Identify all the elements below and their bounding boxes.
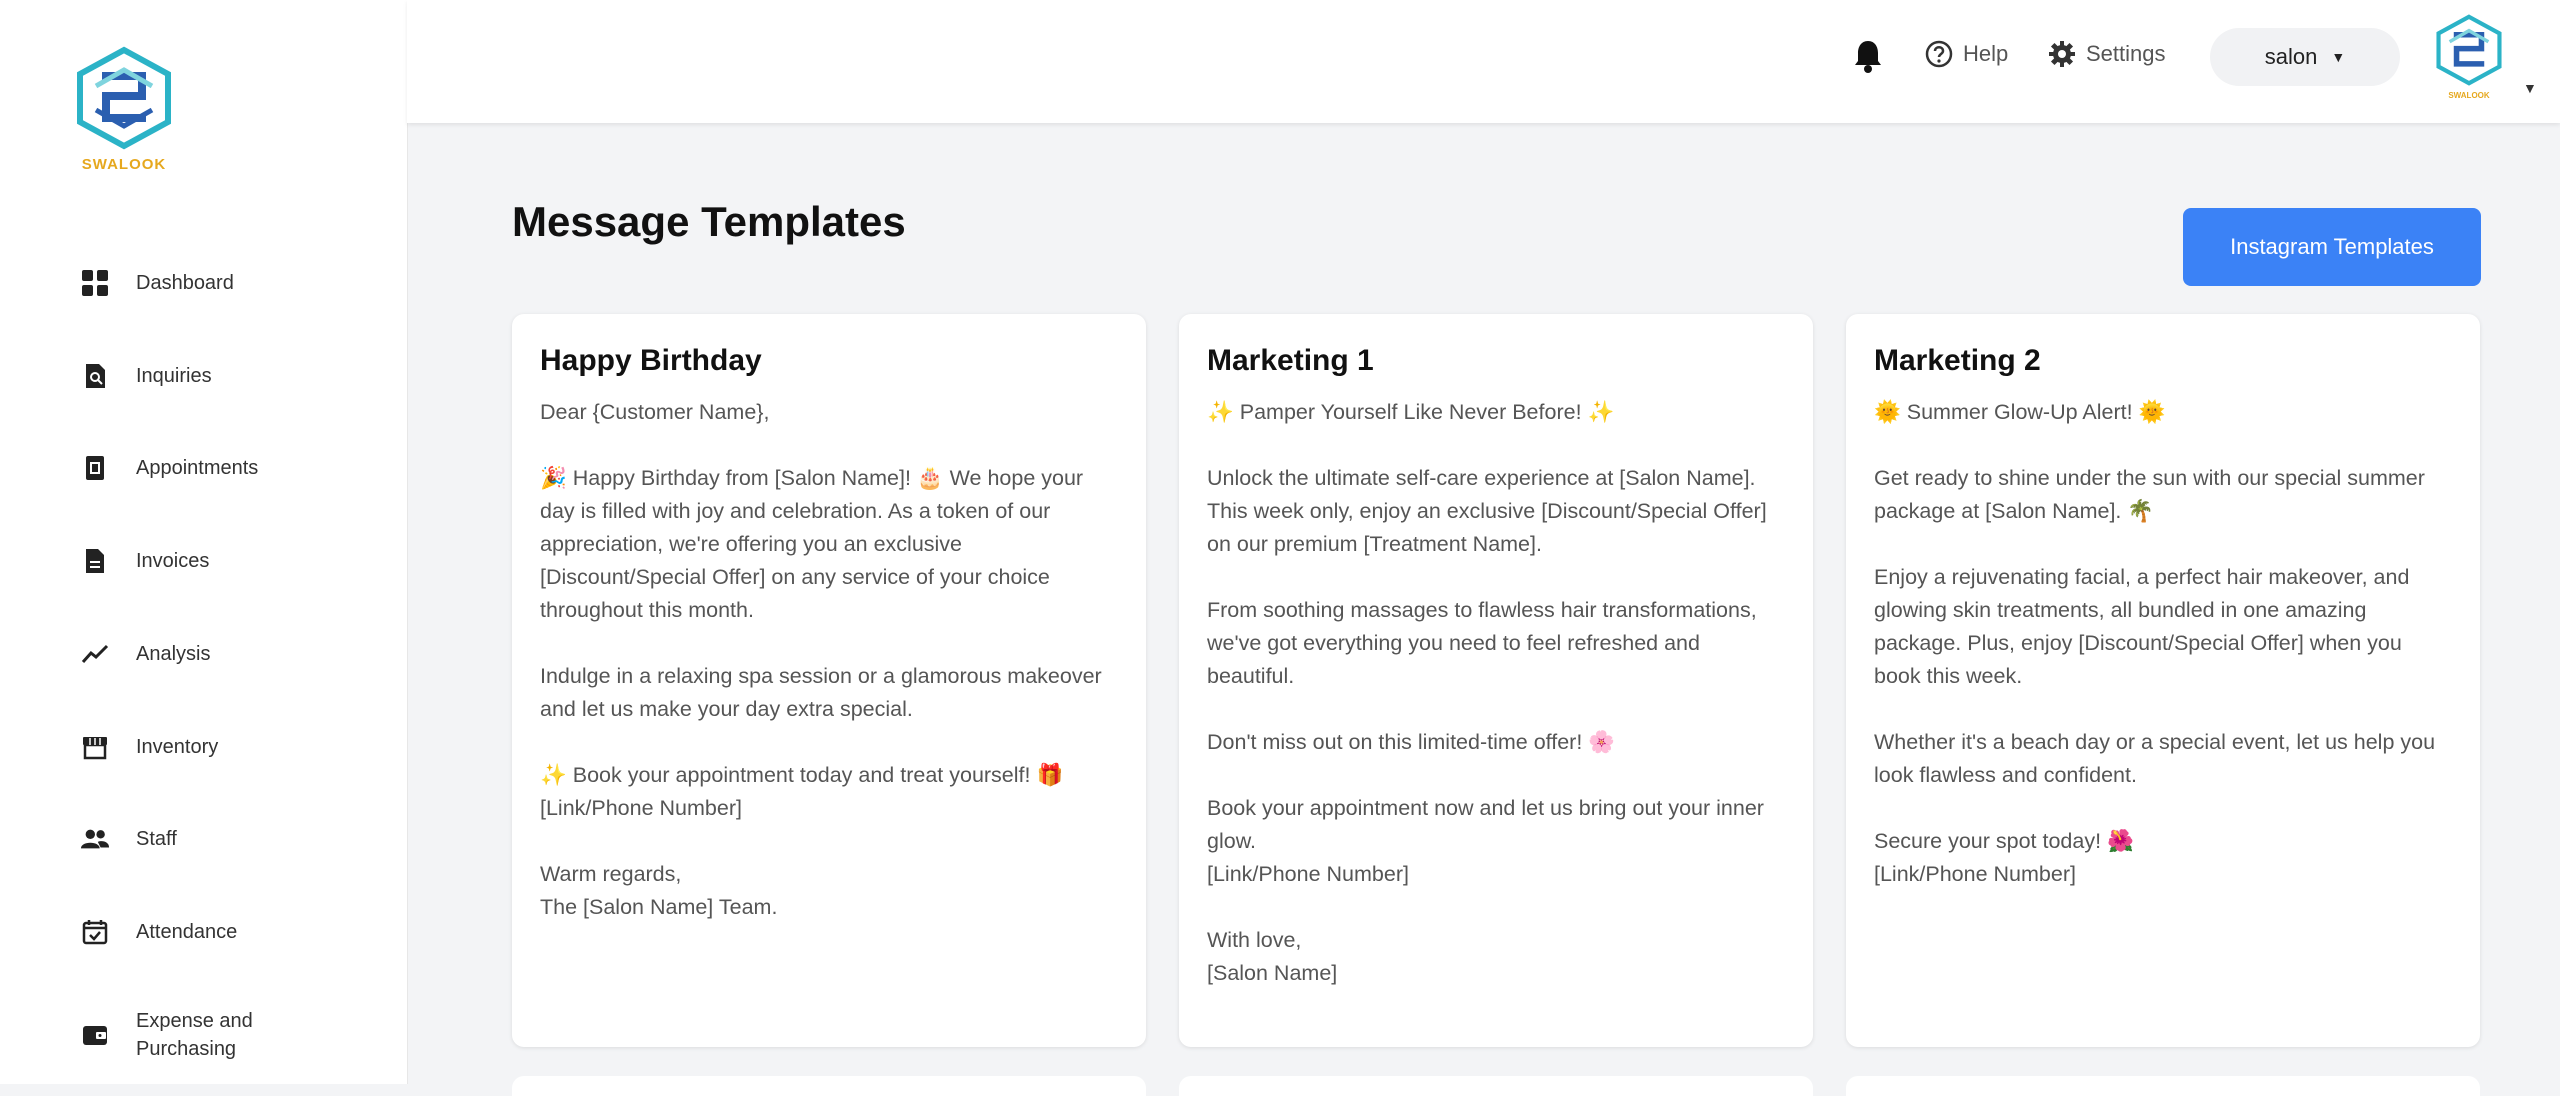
- brand-logo[interactable]: SWALOOK: [72, 46, 176, 180]
- logo-caption: SWALOOK: [2448, 91, 2490, 100]
- template-card-partial[interactable]: [1179, 1076, 1813, 1096]
- brand-name: SWALOOK: [81, 156, 167, 173]
- sidebar-item-label: Analysis: [136, 643, 211, 665]
- sidebar-item-staff[interactable]: Staff: [80, 819, 380, 859]
- card-paragraph: From soothing massages to flawless hair …: [1207, 598, 1757, 688]
- invoices-icon: [80, 546, 110, 576]
- card-paragraph: Unlock the ultimate self-care experience…: [1207, 466, 1767, 556]
- card-paragraph: 🌞 Summer Glow-Up Alert! 🌞: [1874, 400, 2166, 424]
- sidebar-item-label: Expense and Purchasing: [136, 1010, 253, 1060]
- sidebar: SWALOOK Dashboard Inquiries Appointments…: [0, 0, 407, 1084]
- top-header: Help Settings salon ▼ SWALOOK ▼: [407, 0, 2560, 123]
- sidebar-item-inventory[interactable]: Inventory: [80, 727, 380, 767]
- bell-icon: [1855, 41, 1881, 73]
- profile-logo[interactable]: SWALOOK: [2433, 14, 2505, 102]
- sidebar-item-label: Inventory: [136, 736, 219, 758]
- sidebar-item-expense[interactable]: Expense and Purchasing: [80, 1005, 380, 1065]
- salon-label: salon: [2264, 44, 2318, 69]
- card-paragraph: 🎉 Happy Birthday from [Salon Name]! 🎂 We…: [540, 466, 1084, 622]
- sidebar-item-label: Attendance: [136, 921, 238, 943]
- sidebar-item-appointments[interactable]: Appointments: [80, 448, 380, 488]
- card-paragraph: Whether it's a beach day or a special ev…: [1874, 730, 2436, 787]
- analysis-icon: [80, 639, 110, 669]
- settings-label: Settings: [2086, 41, 2166, 66]
- sidebar-item-label: Inquiries: [136, 365, 212, 387]
- sidebar-item-label: Invoices: [136, 550, 210, 572]
- card-paragraph: Warm regards, The [Salon Name] Team.: [540, 862, 778, 919]
- card-paragraph: Secure your spot today! 🌺 [Link/Phone Nu…: [1874, 829, 2134, 886]
- card-body: 🌞 Summer Glow-Up Alert! 🌞 Get ready to s…: [1874, 396, 2452, 891]
- inquiries-icon: [80, 361, 110, 391]
- attendance-icon: [80, 917, 110, 947]
- card-paragraph: Enjoy a rejuvenating facial, a perfect h…: [1874, 565, 2410, 688]
- template-card-partial[interactable]: [1846, 1076, 2480, 1096]
- swalook-logo-icon: [2436, 14, 2502, 86]
- settings-link[interactable]: Settings: [2048, 40, 2166, 68]
- card-title: Happy Birthday: [540, 344, 762, 377]
- help-link[interactable]: Help: [1925, 40, 2008, 68]
- salon-dropdown[interactable]: salon ▼: [2210, 28, 2400, 86]
- sidebar-item-attendance[interactable]: Attendance: [80, 912, 380, 952]
- card-body: ✨ Pamper Yourself Like Never Before! ✨ U…: [1207, 396, 1785, 990]
- gear-icon: [2049, 41, 2075, 67]
- help-icon: [1925, 40, 1953, 68]
- expense-icon: [80, 1020, 110, 1050]
- staff-icon: [80, 824, 110, 854]
- sidebar-item-label: Dashboard: [136, 272, 234, 294]
- inventory-icon: [80, 732, 110, 762]
- instagram-templates-button[interactable]: Instagram Templates: [2183, 208, 2481, 286]
- card-paragraph: Indulge in a relaxing spa session or a g…: [540, 664, 1102, 721]
- card-paragraph: ✨ Pamper Yourself Like Never Before! ✨: [1207, 400, 1615, 424]
- card-paragraph: Don't miss out on this limited-time offe…: [1207, 730, 1616, 754]
- card-title: Marketing 1: [1207, 344, 1374, 377]
- card-paragraph: Dear {Customer Name},: [540, 400, 770, 424]
- sidebar-item-label: Appointments: [136, 457, 259, 479]
- sidebar-item-dashboard[interactable]: Dashboard: [80, 263, 380, 303]
- swalook-logo-icon: [77, 46, 171, 150]
- sidebar-item-inquiries[interactable]: Inquiries: [80, 356, 380, 396]
- sidebar-item-analysis[interactable]: Analysis: [80, 634, 380, 674]
- dashboard-icon: [80, 268, 110, 298]
- notifications-button[interactable]: [1852, 38, 1884, 74]
- caret-down-icon: ▼: [2331, 49, 2346, 65]
- template-card-happy-birthday[interactable]: Happy Birthday Dear {Customer Name}, 🎉 H…: [512, 314, 1146, 1047]
- card-title: Marketing 2: [1874, 344, 2041, 377]
- card-body: Dear {Customer Name}, 🎉 Happy Birthday f…: [540, 396, 1118, 924]
- sidebar-item-label: Staff: [136, 828, 177, 850]
- help-label: Help: [1963, 41, 2009, 66]
- card-paragraph: Get ready to shine under the sun with ou…: [1874, 466, 2425, 523]
- card-paragraph: Book your appointment now and let us bri…: [1207, 796, 1764, 886]
- card-paragraph: With love, [Salon Name]: [1207, 928, 1338, 985]
- appointments-icon: [80, 453, 110, 483]
- page-title: Message Templates: [512, 198, 906, 245]
- profile-caret-icon[interactable]: ▼: [2523, 80, 2537, 96]
- template-card-marketing-1[interactable]: Marketing 1 ✨ Pamper Yourself Like Never…: [1179, 314, 1813, 1047]
- sidebar-item-invoices[interactable]: Invoices: [80, 541, 380, 581]
- template-card-partial[interactable]: [512, 1076, 1146, 1096]
- card-paragraph: ✨ Book your appointment today and treat …: [540, 763, 1064, 820]
- template-card-marketing-2[interactable]: Marketing 2 🌞 Summer Glow-Up Alert! 🌞 Ge…: [1846, 314, 2480, 1047]
